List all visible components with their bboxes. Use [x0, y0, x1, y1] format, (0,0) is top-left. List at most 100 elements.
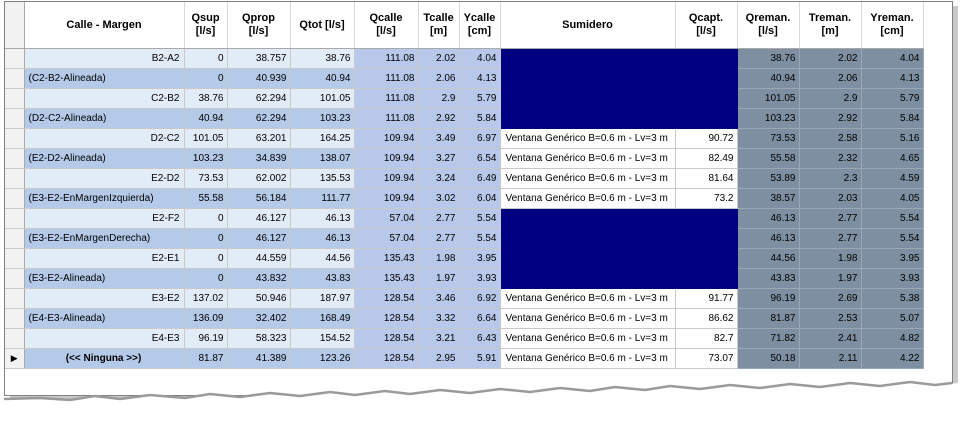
row-header[interactable]	[5, 168, 25, 189]
cell-yreman[interactable]: 4.82	[861, 328, 924, 349]
cell-qprop[interactable]: 46.127	[227, 208, 291, 229]
cell-treman[interactable]: 2.69	[799, 288, 862, 309]
row-header[interactable]	[5, 308, 25, 329]
cell-qtot[interactable]: 123.26	[290, 348, 355, 369]
cell-qtot[interactable]: 46.13	[290, 228, 355, 249]
cell-tcalle[interactable]: 3.32	[418, 308, 460, 329]
cell-qtot[interactable]: 43.83	[290, 268, 355, 289]
cell-name[interactable]: (E3-E2-EnMargenDerecha)	[24, 228, 185, 249]
cell-treman[interactable]: 2.11	[799, 348, 862, 369]
cell-name[interactable]: E4-E3	[24, 328, 185, 349]
cell-qreman[interactable]: 71.82	[737, 328, 800, 349]
cell-qtot[interactable]: 101.05	[290, 88, 355, 109]
cell-name[interactable]: E2-E1	[24, 248, 185, 269]
row-header[interactable]	[5, 288, 25, 309]
cell-treman[interactable]: 2.03	[799, 188, 862, 209]
cell-treman[interactable]: 2.9	[799, 88, 862, 109]
cell-qcalle[interactable]: 128.54	[354, 348, 419, 369]
cell-qprop[interactable]: 62.002	[227, 168, 291, 189]
cell-tcalle[interactable]: 2.95	[418, 348, 460, 369]
cell-qcalle[interactable]: 111.08	[354, 68, 419, 89]
cell-qcalle[interactable]: 109.94	[354, 168, 419, 189]
cell-qtot[interactable]: 135.53	[290, 168, 355, 189]
col-header-qcapt[interactable]: Qcapt. [l/s]	[675, 2, 738, 49]
cell-qtot[interactable]: 44.56	[290, 248, 355, 269]
cell-qreman[interactable]: 53.89	[737, 168, 800, 189]
cell-qcapt[interactable]: 82.7	[675, 328, 738, 349]
cell-name[interactable]: C2-B2	[24, 88, 185, 109]
cell-qsup[interactable]: 137.02	[184, 288, 228, 309]
cell-treman[interactable]: 2.02	[799, 48, 862, 69]
cell-qprop[interactable]: 50.946	[227, 288, 291, 309]
table-row[interactable]: (E2-D2-Alineada) 103.23 34.839 138.07 109.94…	[5, 148, 924, 169]
table-row[interactable]: B2-A2 0 38.757 38.76 111.08 2.02 4.04 38.76 2.02…	[5, 48, 924, 69]
cell-tcalle[interactable]: 3.49	[418, 128, 460, 149]
cell-qsup[interactable]: 0	[184, 208, 228, 229]
cell-qcalle[interactable]: 109.94	[354, 148, 419, 169]
cell-qtot[interactable]: 168.49	[290, 308, 355, 329]
table-row[interactable]: (E4-E3-Alineada) 136.09 32.402 168.49 128.54…	[5, 308, 924, 329]
cell-qsup[interactable]: 40.94	[184, 108, 228, 129]
col-header-treman[interactable]: Treman. [m]	[799, 2, 862, 49]
cell-sumidero[interactable]	[500, 88, 676, 109]
cell-qsup[interactable]: 38.76	[184, 88, 228, 109]
cell-qcalle[interactable]: 111.08	[354, 48, 419, 69]
col-header-sumidero[interactable]: Sumidero	[500, 2, 676, 49]
cell-name[interactable]: D2-C2	[24, 128, 185, 149]
table-row[interactable]: E2-D2 73.53 62.002 135.53 109.94 3.24 6.49 Vent…	[5, 168, 924, 189]
cell-qprop[interactable]: 41.389	[227, 348, 291, 369]
cell-name[interactable]: B2-A2	[24, 48, 185, 69]
cell-qcalle[interactable]: 109.94	[354, 188, 419, 209]
cell-qcalle[interactable]: 128.54	[354, 308, 419, 329]
cell-qtot[interactable]: 164.25	[290, 128, 355, 149]
row-header[interactable]: ▶	[5, 348, 25, 369]
cell-qtot[interactable]: 38.76	[290, 48, 355, 69]
cell-qtot[interactable]: 187.97	[290, 288, 355, 309]
cell-ycalle[interactable]: 3.95	[459, 248, 501, 269]
cell-qcalle[interactable]: 111.08	[354, 88, 419, 109]
cell-qcalle[interactable]: 135.43	[354, 268, 419, 289]
cell-treman[interactable]: 2.53	[799, 308, 862, 329]
cell-qcapt[interactable]: 73.2	[675, 188, 738, 209]
row-header[interactable]	[5, 268, 25, 289]
cell-name[interactable]: E3-E2	[24, 288, 185, 309]
cell-ycalle[interactable]: 4.13	[459, 68, 501, 89]
cell-qprop[interactable]: 62.294	[227, 88, 291, 109]
cell-qsup[interactable]: 0	[184, 248, 228, 269]
cell-name[interactable]: (<< Ninguna >>)	[24, 348, 185, 369]
cell-qreman[interactable]: 46.13	[737, 208, 800, 229]
cell-qsup[interactable]: 103.23	[184, 148, 228, 169]
cell-yreman[interactable]: 5.16	[861, 128, 924, 149]
cell-qcalle[interactable]: 135.43	[354, 248, 419, 269]
cell-ycalle[interactable]: 6.92	[459, 288, 501, 309]
row-header[interactable]	[5, 128, 25, 149]
cell-qprop[interactable]: 46.127	[227, 228, 291, 249]
cell-qsup[interactable]: 73.53	[184, 168, 228, 189]
cell-ycalle[interactable]: 5.79	[459, 88, 501, 109]
cell-qsup[interactable]: 0	[184, 48, 228, 69]
row-header[interactable]	[5, 228, 25, 249]
cell-qprop[interactable]: 32.402	[227, 308, 291, 329]
cell-qcapt[interactable]	[675, 108, 738, 129]
cell-sumidero[interactable]: Ventana Genérico B=0.6 m - Lv=3 m	[500, 288, 676, 309]
row-header[interactable]	[5, 248, 25, 269]
cell-ycalle[interactable]: 6.04	[459, 188, 501, 209]
cell-qsup[interactable]: 136.09	[184, 308, 228, 329]
cell-tcalle[interactable]: 3.27	[418, 148, 460, 169]
row-header[interactable]	[5, 88, 25, 109]
cell-treman[interactable]: 1.97	[799, 268, 862, 289]
cell-yreman[interactable]: 5.54	[861, 228, 924, 249]
table-row[interactable]: (D2-C2-Alineada) 40.94 62.294 103.23 111.08 2…	[5, 108, 924, 129]
col-header-tcalle[interactable]: Tcalle [m]	[418, 2, 460, 49]
cell-qcapt[interactable]: 91.77	[675, 288, 738, 309]
cell-qcalle[interactable]: 57.04	[354, 228, 419, 249]
cell-qcapt[interactable]	[675, 48, 738, 69]
cell-name[interactable]: (E4-E3-Alineada)	[24, 308, 185, 329]
cell-yreman[interactable]: 4.22	[861, 348, 924, 369]
cell-qsup[interactable]: 81.87	[184, 348, 228, 369]
cell-ycalle[interactable]: 5.54	[459, 208, 501, 229]
table-row[interactable]: (E3-E2-EnMargenIzquierda) 55.58 56.184 111.…	[5, 188, 924, 209]
cell-qtot[interactable]: 40.94	[290, 68, 355, 89]
cell-ycalle[interactable]: 5.54	[459, 228, 501, 249]
cell-qcapt[interactable]	[675, 68, 738, 89]
